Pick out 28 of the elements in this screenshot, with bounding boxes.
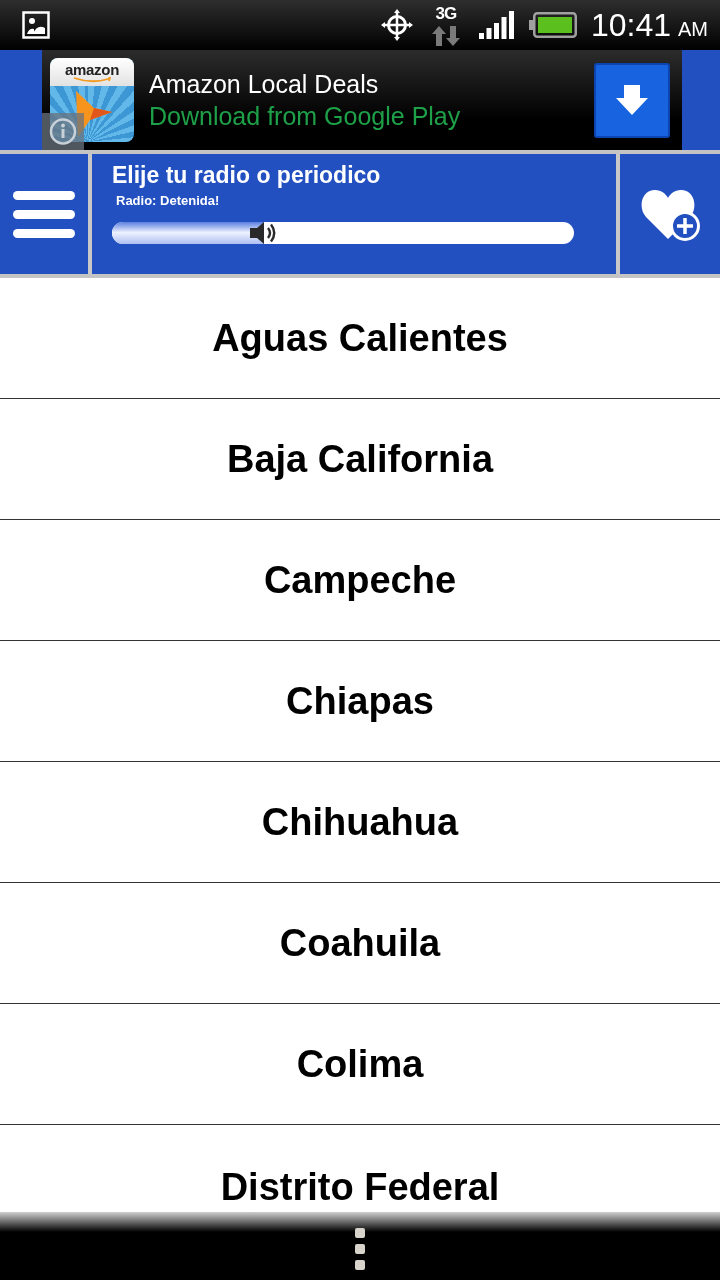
menu-icon <box>13 190 75 238</box>
battery-icon <box>528 12 577 38</box>
volume-slider[interactable] <box>112 222 574 244</box>
data-arrows-icon <box>430 25 461 46</box>
region-item[interactable]: Baja California <box>0 399 720 520</box>
region-item[interactable]: Coahuila <box>0 883 720 1004</box>
ad-title: Amazon Local Deals <box>149 69 380 100</box>
signal-icon <box>478 11 515 39</box>
icon-wordmark: amazon <box>64 62 120 77</box>
radio-status: Radio: Detenida! <box>116 193 221 209</box>
image-icon <box>22 11 50 39</box>
network-type-label: 3G <box>435 4 457 22</box>
toolbar-title: Elije tu radio o periodico <box>112 161 382 189</box>
download-button[interactable] <box>594 62 670 138</box>
smile-icon <box>72 77 112 83</box>
region-item[interactable]: Campeche <box>0 520 720 641</box>
region-item[interactable]: Colima <box>0 1004 720 1125</box>
download-arrow-icon <box>614 83 650 117</box>
info-icon[interactable] <box>42 113 84 150</box>
region-item[interactable]: Chiapas <box>0 641 720 762</box>
clock-time: 10:41 <box>590 9 671 41</box>
ad-subtitle: Download from Google Play <box>149 101 461 132</box>
overflow-menu-icon[interactable] <box>355 1228 365 1270</box>
gps-icon <box>380 9 413 41</box>
clock-meridiem: AM <box>678 18 708 39</box>
region-item[interactable]: Aguas Calientes <box>0 278 720 399</box>
region-item[interactable]: Chihuahua <box>0 762 720 883</box>
region-item[interactable]: Distrito Federal <box>0 1125 720 1212</box>
